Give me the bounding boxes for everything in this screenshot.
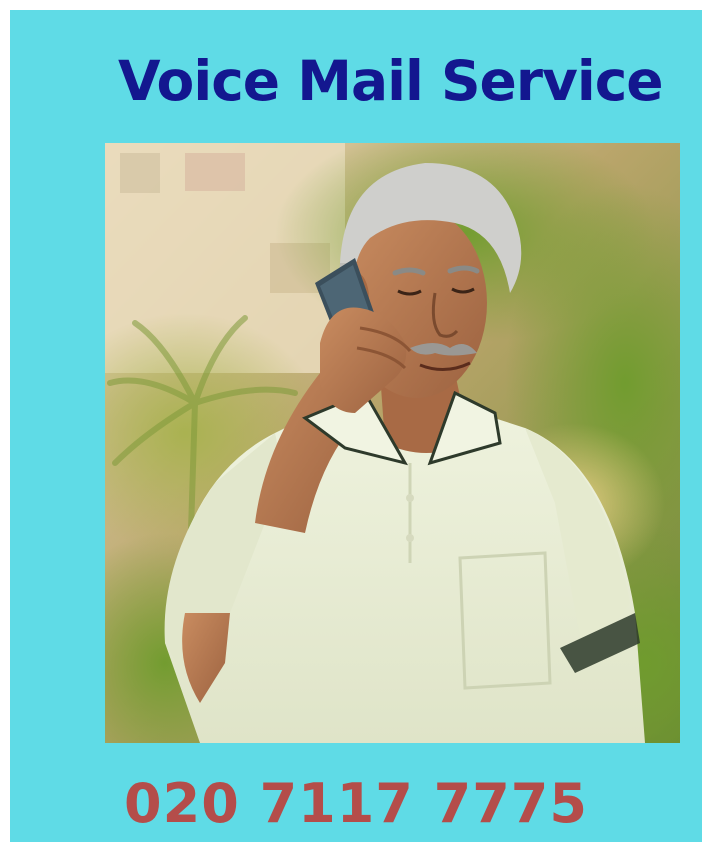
poster-title: Voice Mail Service xyxy=(118,49,664,113)
voice-mail-poster: Voice Mail Service 020 7117 7775 xyxy=(10,10,702,842)
man-on-phone-photo xyxy=(105,143,680,743)
phone-number[interactable]: 020 7117 7775 xyxy=(10,772,702,836)
